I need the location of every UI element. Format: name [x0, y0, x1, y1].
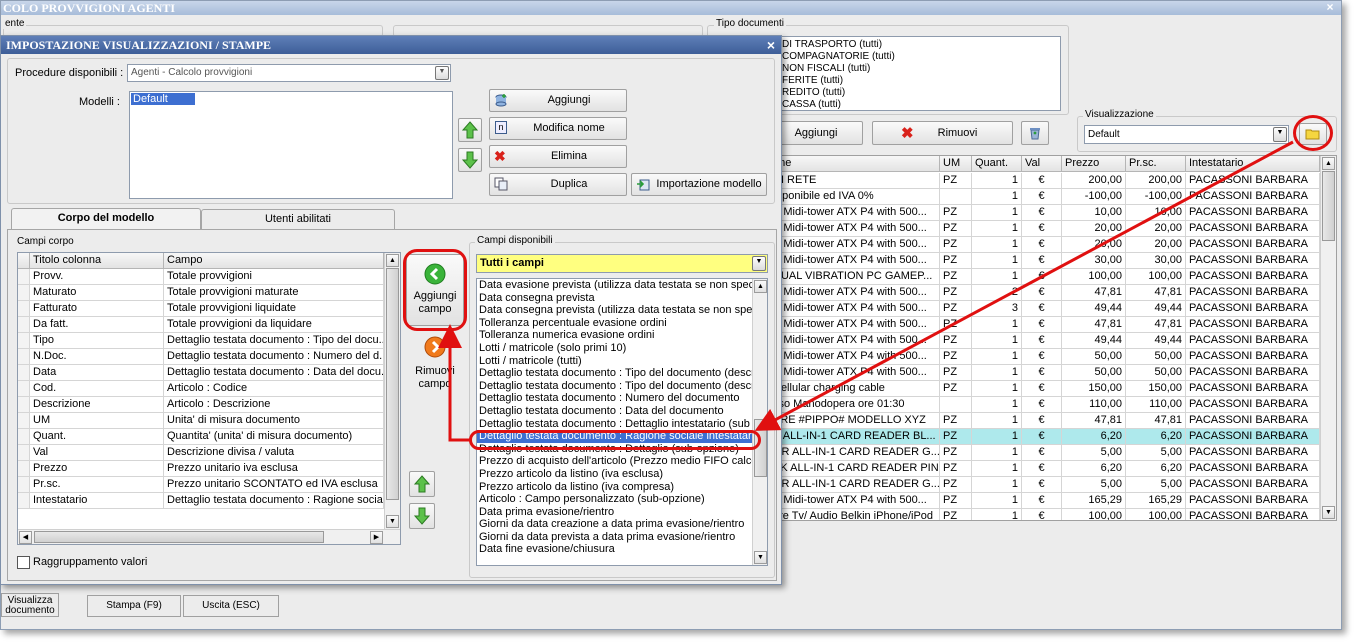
arrow-folder-to-field — [754, 140, 1294, 431]
arrow-field-to-aggiungi — [438, 324, 470, 442]
annotation-arrows — [438, 140, 1294, 442]
